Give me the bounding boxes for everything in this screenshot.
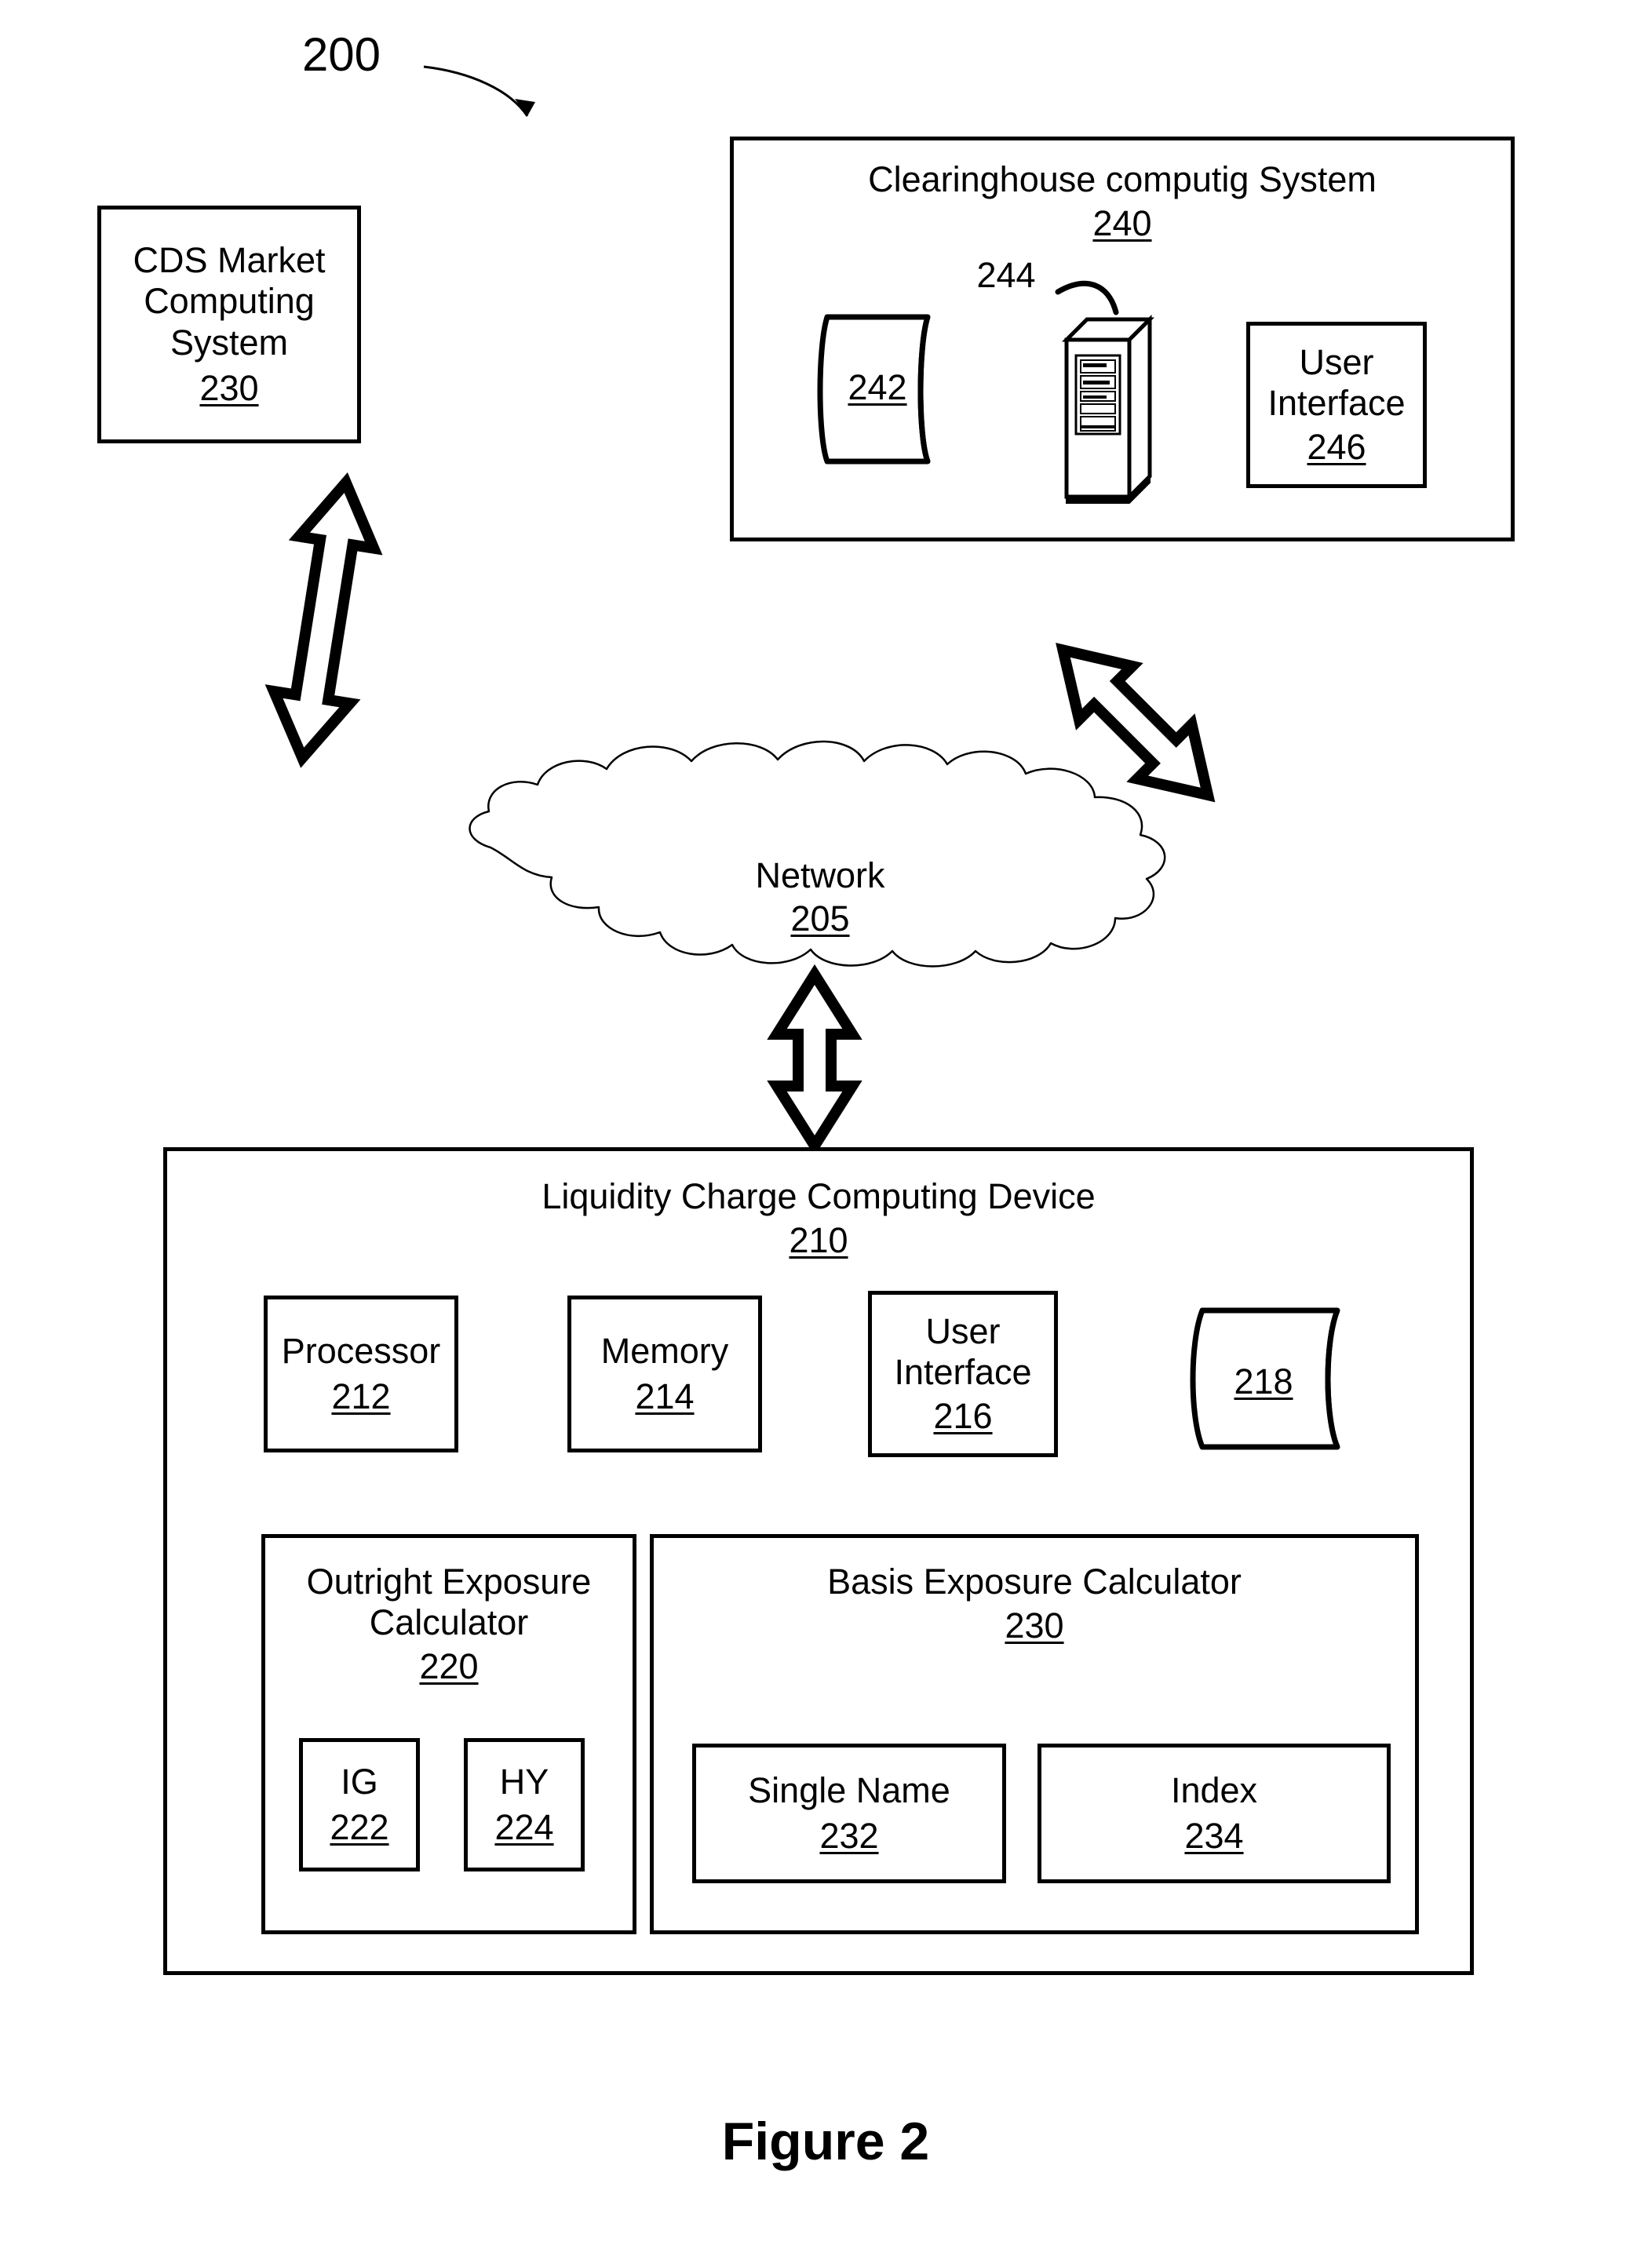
liquidity-device-title: Liquidity Charge Computing Device (542, 1176, 1096, 1216)
cds-market-title: CDS Market Computing System (133, 240, 326, 363)
figure-canvas: 200 CDS Market Computing System 230 Clea… (0, 0, 1652, 2245)
clearinghouse-ui-ref: 246 (1307, 427, 1366, 468)
leader-arrowhead-200 (515, 99, 535, 116)
device-ui-ref: 216 (933, 1396, 993, 1437)
clearinghouse-title: Clearinghouse computig System (868, 159, 1377, 199)
basis-calculator-title: Basis Exposure Calculator (827, 1562, 1242, 1602)
figure-caption: Figure 2 (721, 2112, 930, 2171)
hy-title: HY (499, 1761, 549, 1802)
processor-ref: 212 (331, 1376, 391, 1416)
outright-exposure-calculator-box[interactable]: Outright Exposure Calculator 220 (261, 1534, 636, 1934)
clearinghouse-ui-title: User Interface (1267, 341, 1406, 423)
outright-calculator-title: Outright Exposure Calculator (306, 1562, 592, 1643)
network-title: Network (755, 855, 885, 895)
single-name-title: Single Name (748, 1769, 950, 1810)
server-ref-244: 244 (976, 255, 1036, 295)
index-title: Index (1170, 1769, 1258, 1810)
network-ref: 205 (790, 898, 850, 938)
diagram-ref-200: 200 (301, 28, 381, 81)
server-tower-icon[interactable] (1057, 310, 1167, 506)
ig-ref: 222 (330, 1807, 389, 1847)
basis-calculator-ref: 230 (1005, 1605, 1064, 1646)
memory-box[interactable]: Memory 214 (567, 1296, 762, 1452)
hy-ref: 224 (494, 1807, 554, 1847)
clearinghouse-user-interface-box[interactable]: User Interface 246 (1246, 322, 1427, 488)
single-name-ref: 232 (819, 1816, 879, 1856)
database-ref-242: 242 (848, 367, 907, 407)
processor-box[interactable]: Processor 212 (264, 1296, 458, 1452)
ig-title: IG (341, 1761, 378, 1802)
cds-market-ref: 230 (199, 367, 259, 408)
outright-calculator-ref: 220 (419, 1646, 479, 1687)
liquidity-device-ref: 210 (789, 1220, 848, 1261)
memory-ref: 214 (635, 1376, 695, 1416)
processor-title: Processor (281, 1330, 441, 1371)
leader-line-200 (423, 65, 529, 117)
memory-title: Memory (600, 1330, 729, 1371)
arrow-cds-to-network (264, 472, 383, 768)
device-user-interface-box[interactable]: User Interface 216 (868, 1291, 1058, 1457)
hy-box[interactable]: HY 224 (464, 1738, 585, 1871)
cds-market-computing-system-box[interactable]: CDS Market Computing System 230 (97, 206, 361, 443)
device-ui-title: User Interface (894, 1310, 1032, 1392)
clearinghouse-ref: 240 (1092, 203, 1152, 244)
ig-box[interactable]: IG 222 (299, 1738, 420, 1871)
single-name-box[interactable]: Single Name 232 (692, 1744, 1006, 1883)
index-box[interactable]: Index 234 (1038, 1744, 1391, 1883)
arrow-network-to-device (767, 964, 862, 1157)
storage-ref-218: 218 (1234, 1361, 1293, 1401)
index-ref: 234 (1184, 1816, 1244, 1856)
